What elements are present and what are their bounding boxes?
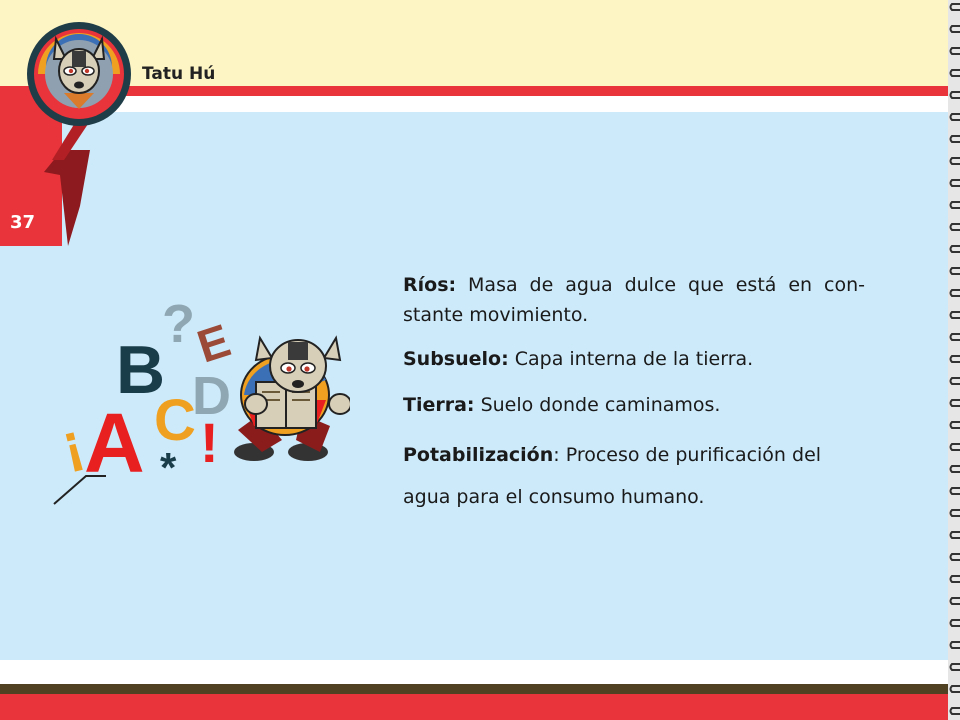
glossary-entry-subsuelo: Subsuelo: Capa interna de la tierra. (403, 344, 865, 374)
glossary-entry-potabilizacion: Potabilización: Proceso de purificación … (403, 440, 865, 512)
footer-red-band (0, 694, 950, 720)
header-white-stripe (0, 96, 950, 112)
glossary-term: Potabilización (403, 444, 554, 466)
reading-armadillo (234, 335, 350, 461)
header-title: Tatu Hú (142, 64, 216, 84)
alphabet-illustration: ? B E D ¡ A C * ! (53, 294, 350, 505)
glossary-definition: : Proceso de purificación del (553, 444, 822, 466)
tatu-hu-logo (27, 22, 131, 126)
footer-white-stripe (0, 660, 950, 684)
exclamation-letter: ! (200, 411, 219, 474)
question-mark-letter: ? (162, 294, 195, 354)
glossary-entry-rios: Ríos: Masa de agua dulce que está en con… (403, 270, 865, 330)
glossary-term: Tierra: (403, 394, 475, 416)
letter-e: E (191, 314, 236, 373)
glossary-list: Ríos: Masa de agua dulce que está en con… (403, 270, 865, 512)
glossary-definition: Suelo donde caminamos. (474, 394, 721, 416)
glossary-entry-tierra: Tierra: Suelo donde caminamos. (403, 390, 865, 420)
glossary-term: Ríos: (403, 274, 457, 296)
glossary-term: Subsuelo: (403, 348, 509, 370)
glossary-definition-continued: agua para el consumo humano. (403, 486, 705, 508)
spiral-binding (948, 0, 960, 720)
glossary-definition: Capa interna de la tierra. (508, 348, 754, 370)
asterisk-letter: * (160, 444, 177, 491)
glossary-definition: Masa de agua dulce que está en con- stan… (403, 274, 865, 326)
footer-brown-stripe (0, 684, 950, 694)
header-red-stripe (0, 86, 950, 96)
